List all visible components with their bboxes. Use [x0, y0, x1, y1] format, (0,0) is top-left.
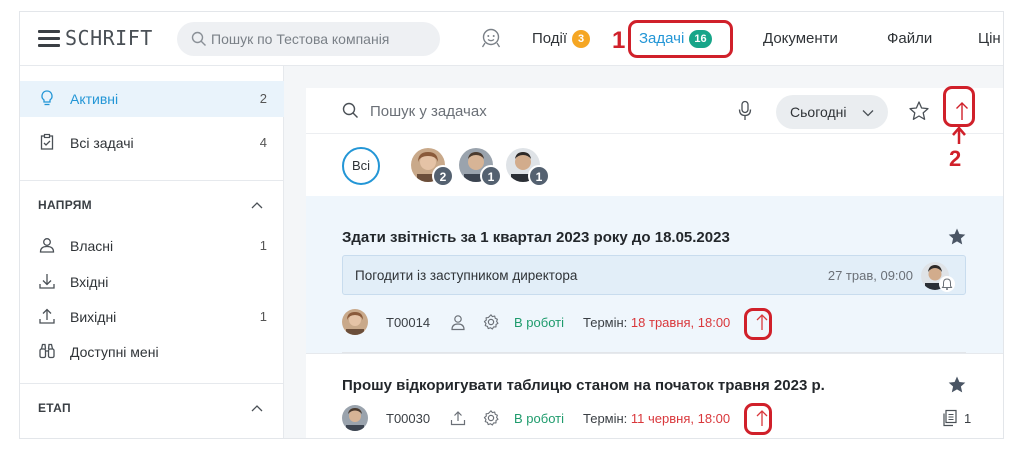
- assistant-bot-icon[interactable]: [479, 26, 503, 50]
- menu-icon[interactable]: [38, 30, 60, 47]
- sidebar-item-count: 2: [259, 91, 267, 106]
- avatar: [342, 309, 368, 335]
- annotation-number-1: 1: [612, 27, 626, 54]
- chevron-up-icon[interactable]: [251, 201, 263, 209]
- task-deadline: Термін: 18 травня, 18:00: [583, 315, 730, 330]
- sidebar-item-count: 1: [259, 238, 267, 253]
- avatar-count-badge: 1: [528, 165, 550, 187]
- sidebar-item-label: Вхідні: [70, 274, 109, 290]
- deadline-date: 11 червня, 18:00: [630, 411, 731, 426]
- sidebar-item-label: Активні: [70, 91, 119, 107]
- chevron-up-icon[interactable]: [251, 404, 263, 412]
- arrow-up-icon[interactable]: [753, 312, 771, 332]
- global-search-input[interactable]: [211, 22, 431, 56]
- task-title[interactable]: Прошу відкоригувати таблицю станом на по…: [342, 377, 825, 394]
- star-filled-icon[interactable]: [947, 375, 967, 395]
- sidebar-item-count: 1: [259, 309, 267, 324]
- logo: SCHRIFT: [65, 26, 153, 50]
- sort-arrow-up-icon[interactable]: [952, 100, 972, 122]
- subtask-time: 27 трав, 09:00: [827, 268, 913, 283]
- nav-prices[interactable]: Цін: [978, 30, 1001, 47]
- subtask-row[interactable]: Погодити із заступником директора 27 тра…: [342, 255, 966, 295]
- microphone-icon[interactable]: [737, 100, 753, 122]
- sidebar-divider: [20, 383, 284, 384]
- nav-documents-label: Документи: [763, 30, 838, 47]
- task-number: T00030: [386, 411, 431, 426]
- gear-icon: [483, 314, 499, 330]
- documents-count: 1: [964, 411, 972, 426]
- task-title[interactable]: Здати звітність за 1 квартал 2023 року д…: [342, 229, 730, 246]
- person-icon: [451, 315, 465, 331]
- sidebar-item-label: Вихідні: [70, 309, 117, 325]
- sidebar-item-label: Власні: [70, 238, 114, 254]
- tasks-panel: Сьогодні Всі 2 1 1 Здати звітність за 1 …: [306, 88, 1003, 438]
- person-icon: [39, 238, 55, 253]
- nav-files[interactable]: Файли: [887, 30, 932, 47]
- section-title-stage: ЕТАП: [38, 401, 71, 415]
- upload-icon: [450, 411, 466, 426]
- sidebar-item-label: Доступні мені: [70, 344, 159, 360]
- avatar: [342, 405, 368, 431]
- deadline-date: 18 травня, 18:00: [630, 315, 731, 330]
- deadline-label: Термін:: [583, 411, 628, 426]
- sidebar-item-all-tasks[interactable]: Всі задачі 4: [20, 125, 284, 161]
- global-search[interactable]: [177, 22, 440, 56]
- sidebar-item-incoming[interactable]: Вхідні: [20, 264, 284, 300]
- avatar-count-badge: 2: [432, 165, 454, 187]
- gear-icon: [483, 410, 499, 426]
- annotation-arrow-icon: [952, 126, 966, 144]
- participants-filter: Всі 2 1 1: [306, 134, 1003, 196]
- nav-events-label: Події: [532, 30, 568, 47]
- events-badge: 3: [572, 30, 591, 48]
- section-title-direction: НАПРЯМ: [38, 198, 92, 212]
- download-icon: [39, 274, 55, 289]
- nav-events[interactable]: Події 3: [532, 30, 591, 48]
- nav-files-label: Файли: [887, 30, 933, 47]
- date-filter-dropdown[interactable]: Сьогодні: [776, 95, 888, 129]
- arrow-up-icon[interactable]: [753, 408, 771, 428]
- clipboard-check-icon: [40, 133, 54, 150]
- task-search-input[interactable]: [370, 96, 670, 126]
- bell-icon: [939, 276, 955, 292]
- task-deadline: Термін: 11 червня, 18:00: [583, 411, 730, 426]
- sidebar: Активні 2 Всі задачі 4 НАПРЯМ Власні 1 В…: [20, 66, 284, 438]
- sidebar-item-own[interactable]: Власні 1: [20, 228, 284, 264]
- nav-documents[interactable]: Документи: [763, 30, 838, 47]
- sidebar-item-shared[interactable]: Доступні мені: [20, 334, 284, 370]
- top-header: SCHRIFT Події3 Задачі16 Документи Файли …: [20, 12, 1003, 66]
- sidebar-item-count: 4: [259, 135, 267, 150]
- task-card[interactable]: Прошу відкоригувати таблицю станом на по…: [306, 353, 1003, 438]
- nav-prices-label: Цін: [978, 30, 1001, 47]
- deadline-label: Термін:: [583, 315, 628, 330]
- task-status: В роботі: [514, 315, 564, 330]
- nav-tasks[interactable]: Задачі 16: [639, 30, 712, 48]
- search-icon: [191, 31, 206, 46]
- task-search-bar: Сьогодні: [306, 88, 1003, 134]
- annotation-number-2: 2: [949, 146, 962, 171]
- lightbulb-icon: [41, 90, 53, 106]
- sidebar-item-outgoing[interactable]: Вихідні 1: [20, 299, 284, 335]
- star-outline-icon[interactable]: [908, 100, 930, 122]
- task-number: T00014: [386, 315, 431, 330]
- subtask-label: Погодити із заступником директора: [355, 268, 578, 283]
- chevron-down-icon: [862, 110, 874, 117]
- task-meta: T00030 В роботі Термін: 11 червня, 18:00…: [342, 405, 982, 433]
- task-status: В роботі: [514, 411, 564, 426]
- sidebar-divider: [20, 180, 284, 181]
- upload-icon: [39, 308, 55, 324]
- search-icon: [342, 102, 358, 118]
- sidebar-item-active[interactable]: Активні 2: [20, 81, 284, 117]
- sidebar-item-label: Всі задачі: [70, 135, 134, 151]
- documents-icon[interactable]: [942, 409, 958, 427]
- date-filter-label: Сьогодні: [790, 104, 847, 120]
- star-filled-icon[interactable]: [947, 227, 967, 247]
- avatar-count-badge: 1: [480, 165, 502, 187]
- app-window: SCHRIFT Події3 Задачі16 Документи Файли …: [19, 11, 1004, 439]
- binoculars-icon: [39, 343, 55, 359]
- tasks-badge: 16: [689, 30, 712, 48]
- task-card[interactable]: Здати звітність за 1 квартал 2023 року д…: [306, 196, 1003, 353]
- task-meta: T00014 В роботі Термін: 18 травня, 18:00: [342, 309, 982, 337]
- nav-tasks-label: Задачі: [639, 30, 685, 47]
- all-participants-button[interactable]: Всі: [342, 147, 380, 185]
